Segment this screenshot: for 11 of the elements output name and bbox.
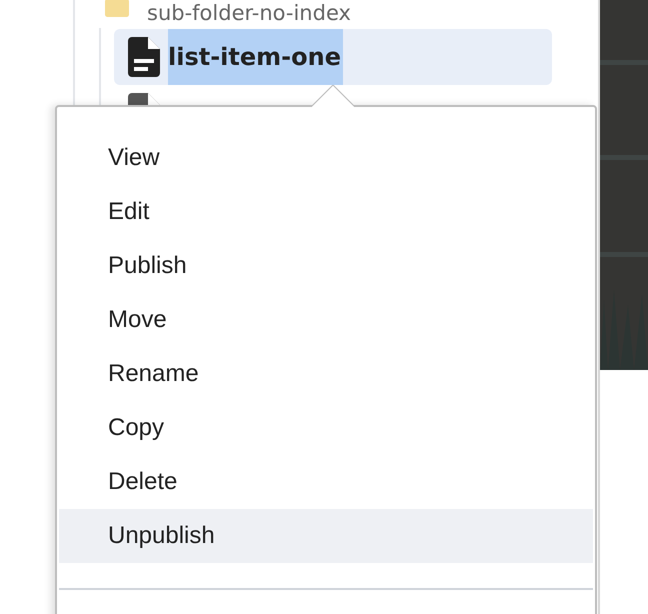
menu-item[interactable]: Publish xyxy=(59,239,593,293)
menu-item[interactable]: Move xyxy=(59,293,593,347)
menu-item[interactable]: Unpublish xyxy=(59,509,593,563)
file-icon xyxy=(128,37,160,77)
menu-item[interactable]: Delete xyxy=(59,455,593,509)
folder-name[interactable]: sub-folder-no-index xyxy=(147,0,351,26)
tree-item[interactable]: list-item-one xyxy=(114,29,552,85)
menu-item[interactable]: Copy xyxy=(59,401,593,455)
menu-item[interactable]: View xyxy=(59,131,593,185)
menu-item[interactable]: Edit xyxy=(59,185,593,239)
menu-item[interactable]: Rename xyxy=(59,347,593,401)
